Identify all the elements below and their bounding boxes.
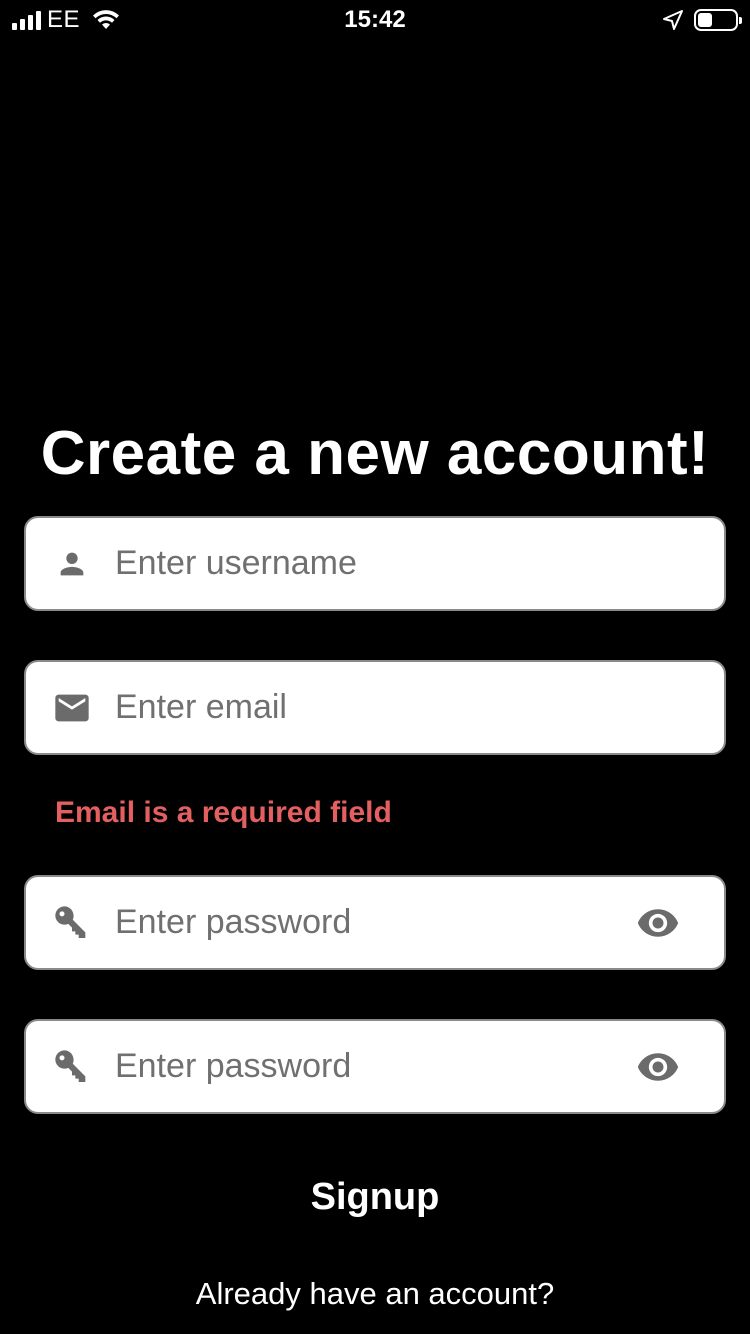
confirm-password-input[interactable] <box>115 1021 634 1112</box>
status-bar: EE 15:42 <box>0 0 750 40</box>
page-title: Create a new account! <box>40 419 710 488</box>
status-bar-right <box>662 8 742 32</box>
battery-icon <box>694 9 742 31</box>
signup-screen: EE 15:42 Create a new account! Enter use… <box>0 0 750 1334</box>
email-error-message: Email is a required field <box>55 796 392 829</box>
status-bar-time: 15:42 <box>344 6 406 33</box>
mail-icon <box>52 688 92 728</box>
location-arrow-icon <box>663 10 683 30</box>
eye-icon[interactable] <box>636 901 680 945</box>
key-icon <box>52 1047 92 1087</box>
login-link[interactable]: Already have an account? <box>0 1276 750 1312</box>
person-icon <box>52 544 92 584</box>
username-field[interactable] <box>24 516 726 611</box>
password-field[interactable] <box>24 875 726 970</box>
signup-button[interactable]: Signup <box>0 1176 750 1219</box>
key-icon <box>52 903 92 943</box>
eye-icon[interactable] <box>636 1045 680 1089</box>
password-input[interactable] <box>115 877 634 968</box>
email-input[interactable] <box>115 662 634 753</box>
confirm-password-field[interactable] <box>24 1019 726 1114</box>
username-input[interactable] <box>115 518 634 609</box>
email-field[interactable] <box>24 660 726 755</box>
battery-level-fill <box>698 13 713 27</box>
